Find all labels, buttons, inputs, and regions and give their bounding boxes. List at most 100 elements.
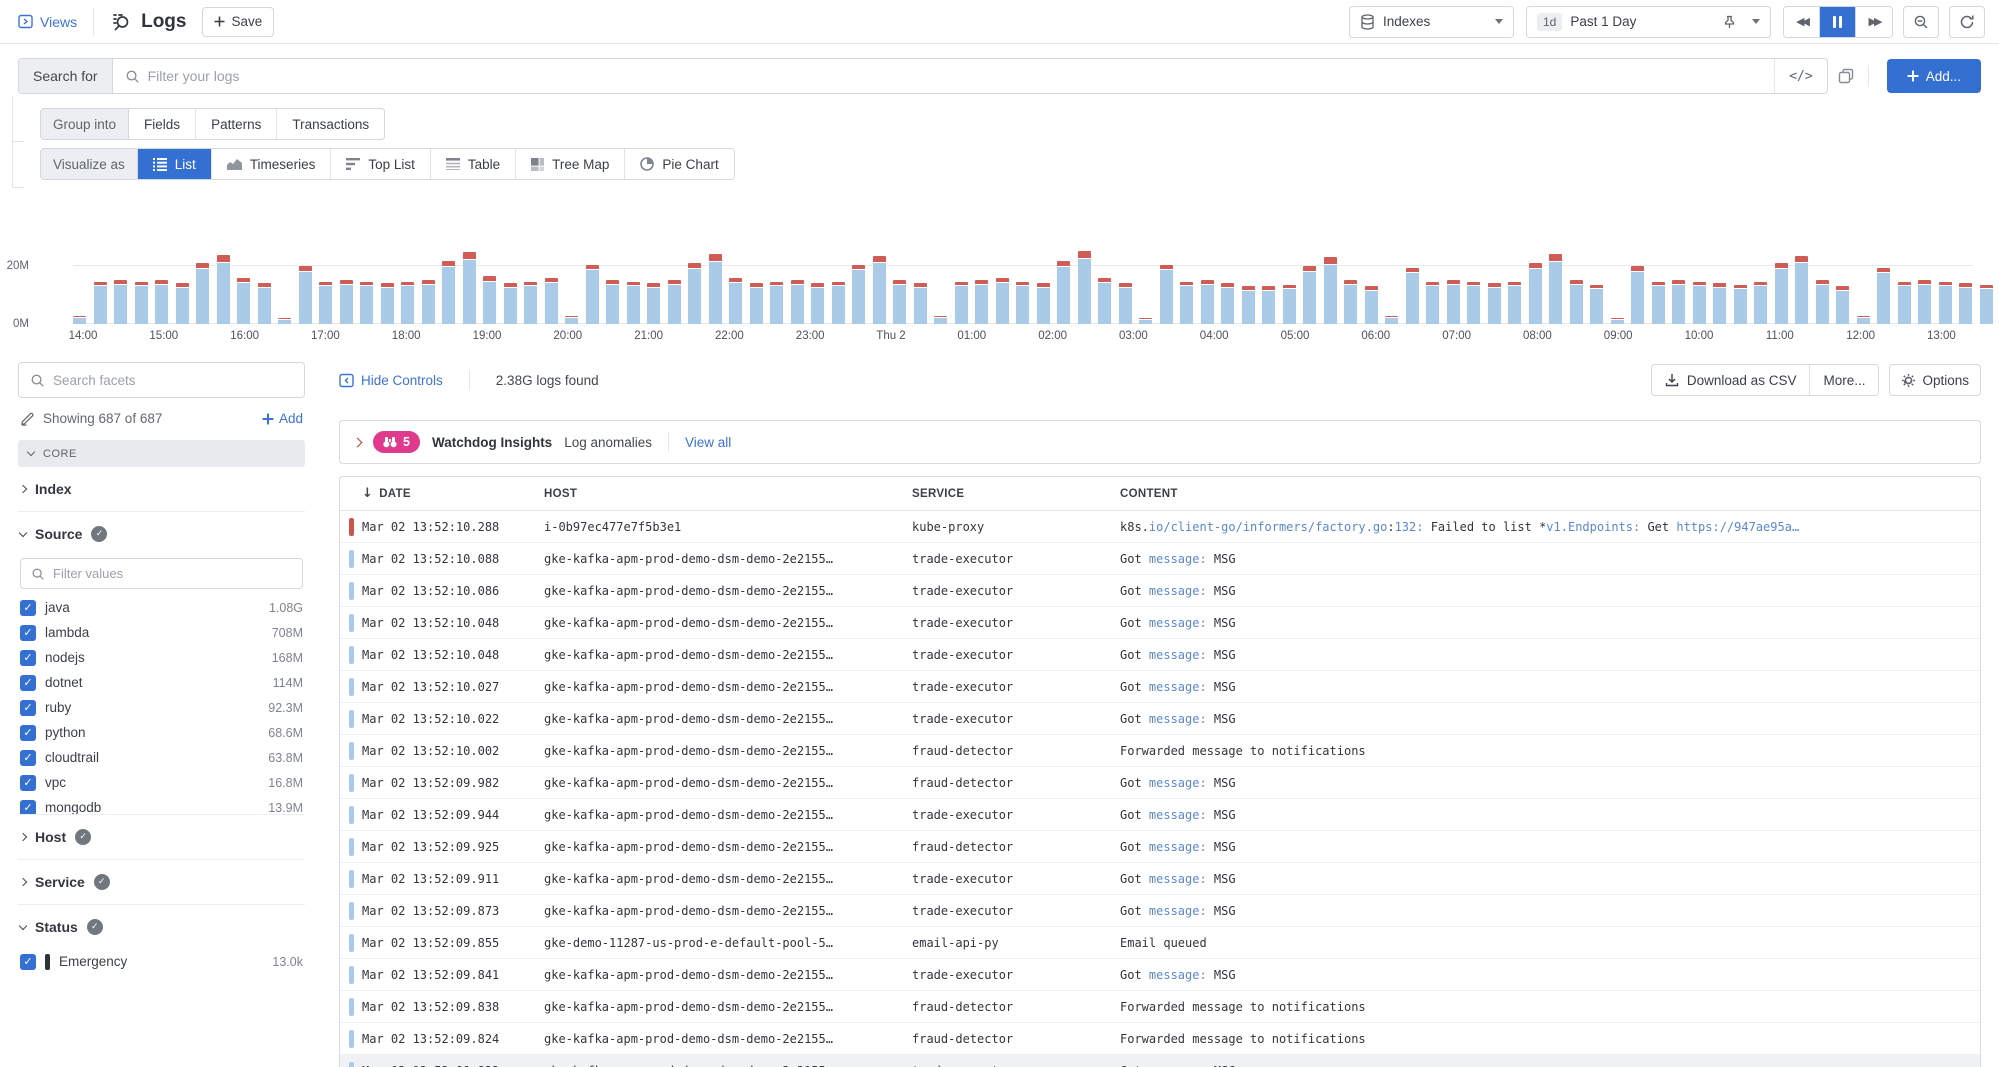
histogram-bar[interactable]	[1385, 316, 1398, 324]
facet-group-service[interactable]: Service ✓	[18, 860, 305, 905]
checkbox[interactable]: ✓	[20, 800, 36, 815]
log-row[interactable]: Mar 02 13:52:10.022gke-kafka-apm-prod-de…	[340, 703, 1980, 735]
histogram-bar[interactable]	[1406, 268, 1419, 324]
histogram-bar[interactable]	[914, 283, 927, 324]
histogram-bar[interactable]	[1426, 282, 1439, 324]
log-row[interactable]: Mar 02 13:52:10.086gke-kafka-apm-prod-de…	[340, 575, 1980, 607]
download-csv-button[interactable]: Download as CSV	[1652, 365, 1810, 395]
log-row[interactable]: Mar 02 13:52:10.048gke-kafka-apm-prod-de…	[340, 607, 1980, 639]
checkbox[interactable]: ✓	[20, 775, 36, 791]
facet-value-java[interactable]: ✓java1.08G	[20, 595, 303, 620]
histogram-bar[interactable]	[196, 263, 209, 324]
checkbox[interactable]: ✓	[20, 650, 36, 666]
histogram-bar[interactable]	[934, 316, 947, 324]
log-row[interactable]: Mar 02 13:52:09.855gke-demo-11287-us-pro…	[340, 927, 1980, 959]
histogram-bar[interactable]	[1447, 280, 1460, 324]
code-view-toggle[interactable]: </>	[1774, 59, 1826, 93]
visualize-tab-timeseries[interactable]: Timeseries	[212, 149, 332, 179]
histogram-bar[interactable]	[852, 265, 865, 324]
log-row[interactable]: Mar 02 13:52:10.088gke-kafka-apm-prod-de…	[340, 543, 1980, 575]
facet-group-host[interactable]: Host ✓	[18, 815, 305, 860]
histogram-bar[interactable]	[627, 282, 640, 324]
save-button[interactable]: Save	[202, 7, 274, 37]
histogram-bar[interactable]	[360, 282, 373, 324]
log-row[interactable]: Mar 02 13:52:10.288i-0b97ec477e7f5b3e1ku…	[340, 511, 1980, 543]
histogram-bar[interactable]	[340, 280, 353, 324]
histogram-bar[interactable]	[832, 282, 845, 324]
histogram-bar[interactable]	[1980, 285, 1993, 324]
histogram-bar[interactable]	[996, 278, 1009, 324]
facet-value-vpc[interactable]: ✓vpc16.8M	[20, 770, 303, 795]
facet-search-input[interactable]	[53, 373, 293, 388]
log-row[interactable]: Mar 02 13:52:09.982gke-kafka-apm-prod-de…	[340, 767, 1980, 799]
histogram-bar[interactable]	[1037, 283, 1050, 324]
hide-controls-button[interactable]: Hide Controls	[339, 373, 443, 388]
histogram-bar[interactable]	[1303, 266, 1316, 324]
histogram-bar[interactable]	[873, 256, 886, 324]
visualize-tab-tree-map[interactable]: Tree Map	[516, 149, 625, 179]
log-row[interactable]: Mar 02 13:52:09.824gke-kafka-apm-prod-de…	[340, 1023, 1980, 1055]
more-button[interactable]: More...	[1809, 365, 1878, 395]
histogram-bar[interactable]	[381, 283, 394, 324]
log-row[interactable]: Mar 02 13:52:10.002gke-kafka-apm-prod-de…	[340, 735, 1980, 767]
histogram-bar[interactable]	[1672, 280, 1685, 324]
histogram-bar[interactable]	[1959, 283, 1972, 324]
histogram-bar[interactable]	[647, 283, 660, 324]
histogram-bar[interactable]	[94, 282, 107, 324]
histogram-bar[interactable]	[893, 280, 906, 324]
histogram-bar[interactable]	[1795, 256, 1808, 324]
histogram-bar[interactable]	[176, 283, 189, 324]
pin-icon[interactable]	[1723, 15, 1736, 29]
histogram-bar[interactable]	[1488, 283, 1501, 324]
histogram-bar[interactable]	[1590, 285, 1603, 324]
histogram-bar[interactable]	[1570, 280, 1583, 324]
histogram-bar[interactable]	[1467, 282, 1480, 324]
fast-forward-button[interactable]: ▶▶	[1856, 7, 1892, 37]
service-column-header[interactable]: SERVICE	[912, 488, 1120, 500]
histogram-bar[interactable]	[422, 280, 435, 324]
group-into-tab-patterns[interactable]: Patterns	[196, 109, 277, 139]
facet-group-status[interactable]: Status ✓	[18, 905, 305, 949]
views-button[interactable]: Views	[14, 8, 94, 36]
histogram-bar[interactable]	[1611, 318, 1624, 324]
copy-query-button[interactable]	[1838, 68, 1854, 84]
histogram-bar[interactable]	[258, 283, 271, 324]
log-row[interactable]: Mar 02 13:52:09.925gke-kafka-apm-prod-de…	[340, 831, 1980, 863]
histogram-bar[interactable]	[791, 280, 804, 324]
histogram-bar[interactable]	[299, 266, 312, 324]
checkbox[interactable]: ✓	[20, 750, 36, 766]
histogram-bar[interactable]	[278, 318, 291, 324]
facet-group-source[interactable]: Source ✓	[18, 512, 305, 556]
histogram-bar[interactable]	[688, 263, 701, 324]
histogram-bar[interactable]	[1078, 251, 1091, 325]
histogram-plot[interactable]	[73, 258, 1973, 324]
log-row[interactable]: Mar 02 13:52:09.822gke-kafka-apm-prod-de…	[340, 1055, 1980, 1067]
histogram-bar[interactable]	[1262, 286, 1275, 324]
histogram-bar[interactable]	[606, 280, 619, 324]
histogram-bar[interactable]	[729, 278, 742, 324]
visualize-tab-table[interactable]: Table	[431, 149, 516, 179]
histogram-bar[interactable]	[1344, 280, 1357, 324]
checkbox[interactable]: ✓	[20, 954, 36, 970]
log-row[interactable]: Mar 02 13:52:09.944gke-kafka-apm-prod-de…	[340, 799, 1980, 831]
histogram-bar[interactable]	[237, 278, 250, 324]
checkbox[interactable]: ✓	[20, 625, 36, 641]
facet-group-index[interactable]: Index	[18, 467, 305, 512]
facet-value-nodejs[interactable]: ✓nodejs168M	[20, 645, 303, 670]
date-column-header[interactable]: ↓DATE	[362, 486, 544, 501]
rewind-button[interactable]: ◀◀	[1784, 7, 1820, 37]
histogram-bar[interactable]	[811, 283, 824, 324]
histogram-bar[interactable]	[524, 282, 537, 324]
histogram-bar[interactable]	[1898, 282, 1911, 324]
histogram-bar[interactable]	[1693, 282, 1706, 324]
histogram-bar[interactable]	[1877, 268, 1890, 324]
histogram-bar[interactable]	[217, 255, 230, 324]
histogram-bar[interactable]	[1816, 280, 1829, 324]
histogram-bar[interactable]	[1057, 261, 1070, 324]
histogram-bar[interactable]	[770, 282, 783, 324]
zoom-out-button[interactable]	[1903, 6, 1939, 38]
histogram-bar[interactable]	[155, 280, 168, 324]
histogram-bar[interactable]	[1365, 286, 1378, 324]
log-row[interactable]: Mar 02 13:52:10.048gke-kafka-apm-prod-de…	[340, 639, 1980, 671]
histogram-bar[interactable]	[73, 316, 86, 324]
